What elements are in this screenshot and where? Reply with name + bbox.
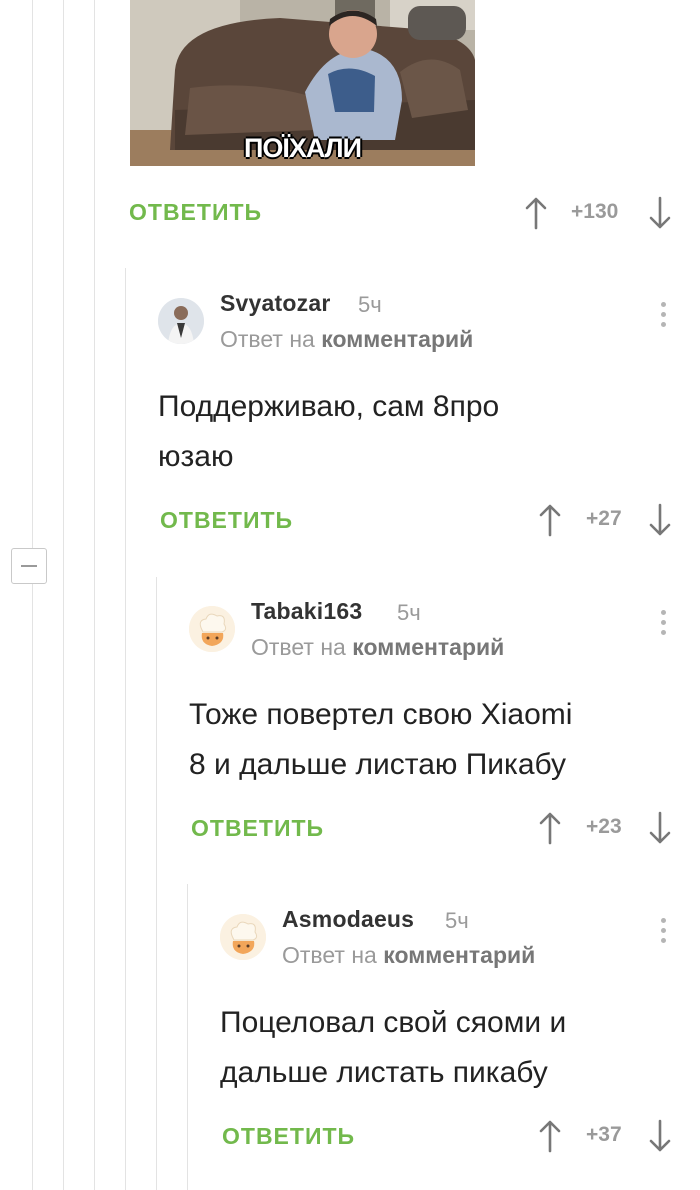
comment-text-line: Поцеловал свой сяоми и [220,1006,567,1039]
more-vertical-icon[interactable] [656,302,670,338]
thread-line-6 [187,884,188,1190]
more-vertical-icon[interactable] [656,918,670,954]
comment-time: 5ч [445,908,469,933]
vote-controls: +130 [524,196,674,236]
reply-button[interactable]: ОТВЕТИТЬ [160,507,293,534]
vote-score: +130 [571,200,619,223]
thread-line-2 [63,0,64,1190]
chef-hat-icon [220,914,266,960]
more-vertical-icon[interactable] [656,610,670,646]
collapse-thread-button[interactable] [11,548,47,584]
thread-line-4 [125,268,126,1190]
thread-line-5 [156,577,157,1190]
meme-caption: ПОЇХАЛИ [243,133,362,163]
reply-to-prefix: Ответ на [220,326,315,352]
arrow-down-icon[interactable] [648,196,672,230]
minus-icon [21,565,37,567]
reply-to-link[interactable]: комментарий [352,634,504,660]
comment-time: 5ч [358,292,382,317]
vote-score: +37 [586,1123,622,1146]
avatar-photo [158,298,204,344]
vote-controls: +37 [538,1119,673,1159]
author-name[interactable]: Asmodaeus [282,906,414,933]
vote-score: +27 [586,507,622,530]
thread-line-1 [32,0,33,1190]
arrow-down-icon[interactable] [648,1119,672,1153]
avatar[interactable] [220,914,266,960]
reply-button[interactable]: ОТВЕТИТЬ [129,199,262,226]
comment-header: Asmodaeus 5ч Ответ на комментарий [220,906,670,969]
comment-time: 5ч [397,600,421,625]
avatar[interactable] [189,606,235,652]
arrow-up-icon[interactable] [538,1119,562,1153]
vote-controls: +23 [538,811,673,851]
comment-text-line: юзаю [158,440,234,473]
reply-to: Ответ на комментарий [251,634,504,661]
arrow-down-icon[interactable] [648,503,672,537]
comment-text: Поцеловал свой сяоми и дальше листать пи… [220,998,566,1098]
reply-to-prefix: Ответ на [251,634,346,660]
reply-button[interactable]: ОТВЕТИТЬ [191,815,324,842]
reply-to-link[interactable]: комментарий [383,942,535,968]
reply-to: Ответ на комментарий [220,326,473,353]
vote-controls: +27 [538,503,673,543]
comment-text-line: дальше листать пикабу [220,1056,548,1089]
author-name[interactable]: Svyatozar [220,290,330,317]
thread-line-3 [94,0,95,1190]
reply-to: Ответ на комментарий [282,942,535,969]
comment-text-line: Поддерживаю, сам 8про [158,390,500,423]
arrow-up-icon[interactable] [538,811,562,845]
comment-text: Поддерживаю, сам 8про юзаю [158,382,499,482]
reply-to-prefix: Ответ на [282,942,377,968]
arrow-up-icon[interactable] [538,503,562,537]
reply-to-link[interactable]: комментарий [321,326,473,352]
comment-text: Тоже повертел свою Xiaomi 8 и дальше лис… [189,690,572,790]
reply-button[interactable]: ОТВЕТИТЬ [222,1123,355,1150]
comment-header: Tabaki163 5ч Ответ на комментарий [189,598,670,661]
chef-hat-icon [189,606,235,652]
arrow-down-icon[interactable] [648,811,672,845]
author-name[interactable]: Tabaki163 [251,598,362,625]
comment-header: Svyatozar 5ч Ответ на комментарий [158,290,670,353]
meme-image: ПОЇХАЛИ [130,0,475,166]
comment-text-line: 8 и дальше листаю Пикабу [189,748,567,781]
vote-score: +23 [586,815,622,838]
avatar[interactable] [158,298,204,344]
comment-text-line: Тоже повертел свою Xiaomi [189,698,573,731]
arrow-up-icon[interactable] [524,196,548,230]
